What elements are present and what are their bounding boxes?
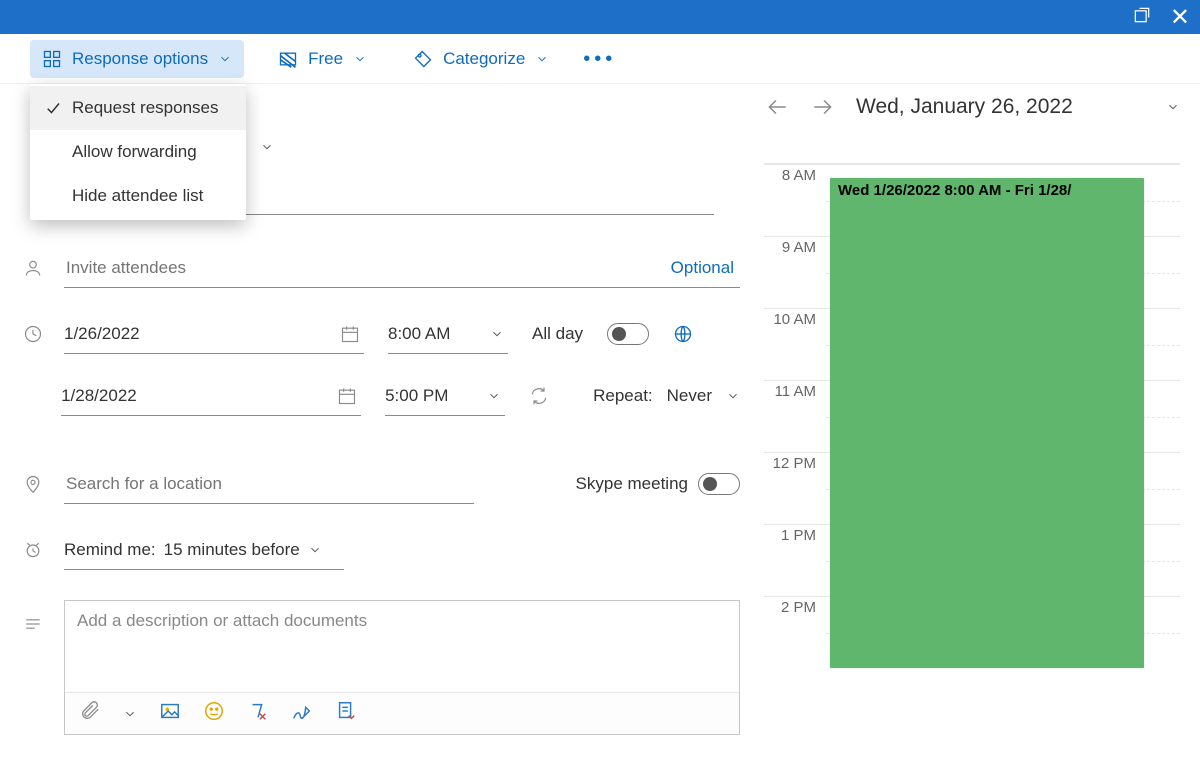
menu-allow-forwarding[interactable]: Allow forwarding (30, 130, 246, 174)
hour-label: 2 PM (764, 596, 826, 668)
description-icon (23, 614, 43, 634)
chevron-down-icon (218, 52, 232, 66)
hour-label: 8 AM (764, 164, 826, 236)
description-toolbar (65, 692, 739, 734)
chevron-down-icon[interactable] (490, 327, 504, 341)
location-icon (23, 474, 43, 494)
clear-formatting-icon[interactable] (247, 700, 269, 728)
hour-label: 1 PM (764, 524, 826, 596)
attach-icon[interactable] (79, 700, 101, 728)
show-as-button[interactable]: Free (266, 40, 379, 78)
reminder-selector[interactable]: Remind me: 15 minutes before (64, 530, 344, 570)
signature-icon[interactable] (291, 700, 313, 728)
prev-day-button[interactable] (764, 94, 790, 120)
checkmark-icon (44, 99, 62, 117)
tag-icon (413, 49, 433, 69)
all-day-toggle[interactable] (607, 323, 649, 345)
calendar-preview: Wed, January 26, 2022 8 AM 9 AM 10 AM 11… (760, 84, 1200, 769)
chevron-down-icon[interactable] (487, 389, 501, 403)
repeat-selector[interactable]: Repeat: Never (593, 386, 740, 406)
categorize-button[interactable]: Categorize (401, 40, 561, 78)
chevron-down-icon (353, 52, 367, 66)
chevron-down-icon[interactable] (123, 707, 137, 721)
calendar-icon[interactable] (337, 386, 357, 406)
title-bar: ✕ (0, 0, 1200, 34)
calendar-event-block[interactable]: Wed 1/26/2022 8:00 AM - Fri 1/28/ (830, 178, 1144, 668)
menu-hide-attendee-list[interactable]: Hide attendee list (30, 174, 246, 218)
busy-status-icon (278, 49, 298, 69)
next-day-button[interactable] (810, 94, 836, 120)
response-options-label: Response options (72, 49, 208, 69)
recurrence-icon[interactable] (529, 386, 549, 406)
chevron-down-icon (535, 52, 549, 66)
response-options-button[interactable]: Response options (30, 40, 244, 78)
menu-request-responses[interactable]: Request responses (30, 86, 246, 130)
start-date-input[interactable]: 1/26/2022 (64, 314, 364, 354)
ribbon-toolbar: Response options Free Categorize ••• (0, 34, 1200, 84)
people-icon (23, 258, 43, 278)
chevron-down-icon (308, 543, 322, 557)
response-options-menu: Request responses Allow forwarding Hide … (30, 84, 246, 220)
response-options-icon (42, 49, 62, 69)
hour-label: 11 AM (764, 380, 826, 452)
all-day-label: All day (532, 324, 583, 344)
description-input[interactable]: Add a description or attach documents (65, 601, 739, 692)
close-icon[interactable]: ✕ (1170, 3, 1190, 32)
timezone-icon[interactable] (673, 324, 693, 344)
categorize-label: Categorize (443, 49, 525, 69)
more-options-button[interactable]: ••• (583, 54, 616, 64)
reminder-icon (23, 540, 43, 560)
popout-icon[interactable] (1132, 5, 1152, 30)
skype-meeting-toggle[interactable] (698, 473, 740, 495)
insert-image-icon[interactable] (159, 700, 181, 728)
emoji-icon[interactable] (203, 700, 225, 728)
description-box: Add a description or attach documents (64, 600, 740, 735)
end-time-input[interactable]: 5:00 PM (385, 376, 505, 416)
template-icon[interactable] (335, 700, 357, 728)
time-grid: 8 AM 9 AM 10 AM 11 AM 12 PM 1 PM 2 PM We… (764, 164, 1180, 668)
skype-meeting-label: Skype meeting (576, 474, 688, 494)
clock-icon (23, 324, 43, 344)
chevron-down-icon[interactable] (1166, 100, 1180, 114)
calendar-icon[interactable] (340, 324, 360, 344)
attendees-input[interactable]: Optional (64, 248, 740, 288)
hour-label: 9 AM (764, 236, 826, 308)
hour-label: 10 AM (764, 308, 826, 380)
chevron-down-icon[interactable] (260, 140, 274, 159)
optional-attendees-link[interactable]: Optional (671, 258, 734, 278)
chevron-down-icon (726, 389, 740, 403)
calendar-date-label: Wed, January 26, 2022 (856, 95, 1146, 119)
end-date-input[interactable]: 1/28/2022 (61, 376, 361, 416)
hour-label: 12 PM (764, 452, 826, 524)
show-as-label: Free (308, 49, 343, 69)
location-input[interactable] (64, 464, 474, 504)
start-time-input[interactable]: 8:00 AM (388, 314, 508, 354)
